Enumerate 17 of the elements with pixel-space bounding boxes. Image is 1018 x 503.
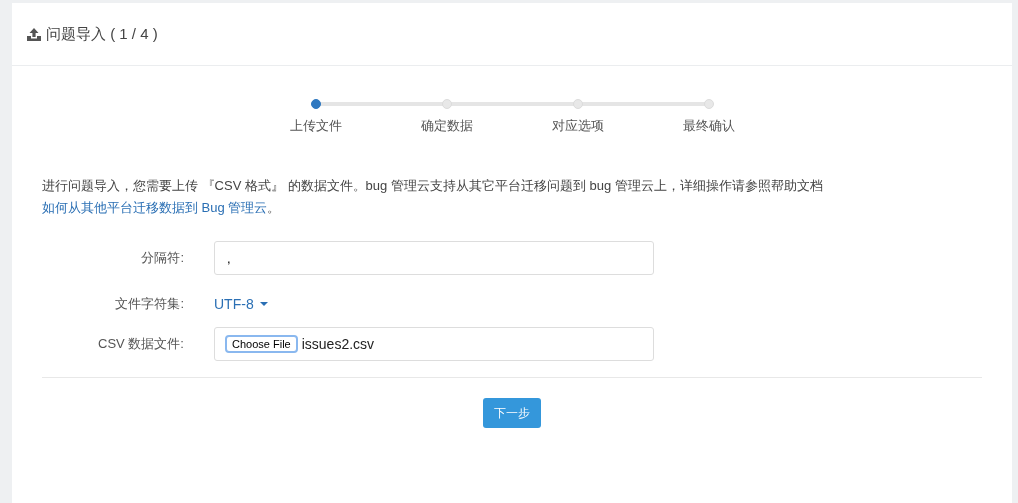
step-label: 对应选项 (551, 117, 604, 135)
step-label: 上传文件 (289, 117, 342, 135)
file-name: issues2.csv (301, 336, 375, 352)
separator-field[interactable]: , (214, 241, 654, 275)
help-link[interactable]: 如何从其他平台迁移数据到 Bug 管理云 (42, 200, 268, 215)
upload-icon (27, 27, 41, 41)
step-label: 确定数据 (420, 117, 473, 135)
field-label: CSV 数据文件: (97, 335, 185, 353)
field-label: 文件字符集: (114, 295, 185, 313)
file-field[interactable]: Choose File issues2.csv (214, 327, 654, 361)
field-label: 分隔符: (140, 249, 185, 267)
caret-icon (259, 302, 268, 306)
charset-dropdown[interactable]: UTF-8 (214, 296, 268, 312)
choose-file-button[interactable]: Choose File (225, 335, 298, 353)
intro-paragraph: 进行问题导入，您需要上传 『CSV 格式』 的数据文件。bug 管理云支持从其它平台迁移问题到 bug 管理云上，详细操作请参照帮助文档 如何从其他平台迁移数据到 Bug 管理云。 (42, 177, 824, 217)
panel-title: 问题导入 ( 1 / 4 ) (46, 24, 158, 44)
step-label: 最终确认 (682, 117, 735, 135)
